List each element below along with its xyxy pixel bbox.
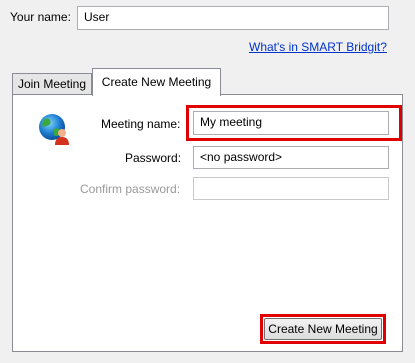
password-input[interactable]: <no password>: [193, 146, 389, 169]
your-name-label: Your name:: [10, 10, 71, 24]
whats-in-bridgit-link[interactable]: What's in SMART Bridgit?: [249, 40, 387, 54]
confirm-password-label: Confirm password:: [80, 182, 181, 196]
tab-create-new-meeting[interactable]: Create New Meeting: [92, 68, 221, 96]
confirm-password-input[interactable]: [193, 177, 389, 200]
globe-person-icon: [37, 112, 71, 146]
meeting-name-label: Meeting name:: [101, 117, 181, 131]
tab-join-meeting[interactable]: Join Meeting: [12, 73, 92, 94]
your-name-input[interactable]: User: [77, 6, 389, 30]
password-label: Password:: [125, 151, 182, 165]
meeting-name-input[interactable]: My meeting: [193, 111, 389, 135]
create-new-meeting-button[interactable]: Create New Meeting: [264, 318, 382, 340]
